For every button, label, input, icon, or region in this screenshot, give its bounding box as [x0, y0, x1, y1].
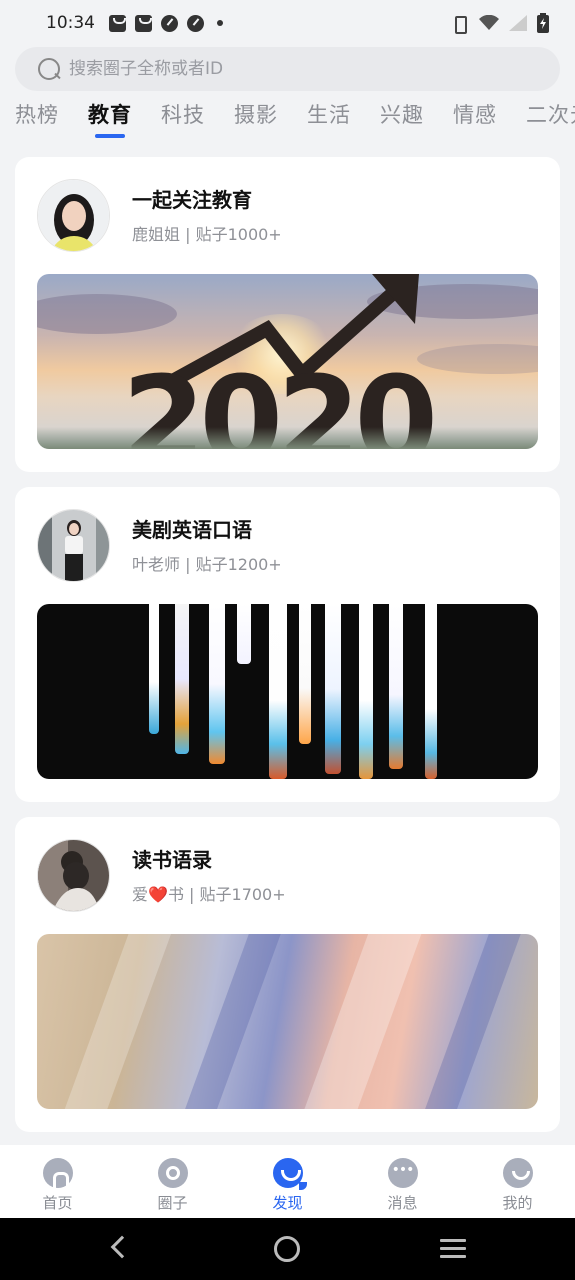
- bottom-navigation: 首页 圈子 发现 消息 我的: [0, 1145, 575, 1218]
- nav-circles[interactable]: 圈子: [133, 1158, 213, 1213]
- circle-card[interactable]: 读书语录 爱❤️书 | 贴子1700+: [15, 817, 560, 1132]
- home-button-icon[interactable]: [274, 1236, 300, 1262]
- vibrate-icon: [449, 16, 469, 34]
- message-icon: [387, 1158, 418, 1188]
- circle-post-count: 贴子1700+: [199, 885, 286, 904]
- me-icon: [502, 1158, 533, 1188]
- search-icon: [37, 57, 61, 81]
- tab-label: 教育: [88, 103, 132, 127]
- circle-author: 叶老师: [132, 555, 181, 574]
- circle-author-suffix: 书: [167, 885, 184, 904]
- circle-meta: 爱❤️书 | 贴子1700+: [132, 885, 286, 904]
- signal-icon: [509, 15, 527, 31]
- tab-label: 热榜: [15, 103, 59, 127]
- circle-post-count: 贴子1200+: [195, 555, 282, 574]
- tab-label: 二次元: [526, 103, 575, 127]
- circle-meta: 叶老师 | 贴子1200+: [132, 555, 282, 574]
- circle-icon: [157, 1158, 188, 1188]
- avatar[interactable]: [37, 839, 110, 912]
- tab-label: 生活: [307, 103, 351, 127]
- gauge-notification-icon: [161, 14, 178, 32]
- gauge-notification-icon-2: [187, 14, 204, 32]
- circle-post-count: 贴子1000+: [195, 225, 282, 244]
- nav-home[interactable]: 首页: [18, 1158, 98, 1213]
- recents-icon[interactable]: [440, 1239, 466, 1259]
- circle-cover-image[interactable]: 2020: [37, 274, 538, 449]
- shopping-bag-notification-icon-2: [135, 14, 152, 32]
- circle-cover-image[interactable]: [37, 604, 538, 779]
- nav-discover[interactable]: 发现: [248, 1158, 328, 1213]
- tab-label: 情感: [453, 103, 497, 127]
- nav-label: 首页: [42, 1194, 73, 1212]
- nav-label: 消息: [387, 1194, 418, 1212]
- system-navigation-bar: [0, 1218, 575, 1280]
- more-notifications-dot-icon: [217, 20, 223, 26]
- circle-author: 鹿姐姐: [132, 225, 181, 244]
- circle-card[interactable]: 美剧英语口语 叶老师 | 贴子1200+: [15, 487, 560, 802]
- tab-label: 兴趣: [380, 103, 424, 127]
- tab-life[interactable]: 生活: [307, 96, 351, 134]
- tab-emotion[interactable]: 情感: [453, 96, 497, 134]
- battery-charging-icon: [537, 13, 549, 33]
- heart-emoji: ❤️: [148, 885, 168, 904]
- avatar[interactable]: [37, 179, 110, 252]
- circle-cover-image[interactable]: [37, 934, 538, 1109]
- circle-feed: 一起关注教育 鹿姐姐 | 贴子1000+ 2020 美剧英语口语 叶老师 | 贴…: [15, 157, 560, 1147]
- circle-title: 美剧英语口语: [132, 518, 252, 542]
- status-bar: 10:34: [0, 0, 575, 46]
- circle-meta: 鹿姐姐 | 贴子1000+: [132, 225, 282, 244]
- nav-label: 我的: [502, 1194, 533, 1212]
- circle-title: 一起关注教育: [132, 188, 252, 212]
- tab-education[interactable]: 教育: [88, 96, 132, 138]
- shopping-bag-notification-icon: [109, 14, 126, 32]
- discover-icon: [272, 1158, 307, 1190]
- nav-me[interactable]: 我的: [478, 1158, 558, 1213]
- circle-title: 读书语录: [132, 848, 212, 872]
- circle-card[interactable]: 一起关注教育 鹿姐姐 | 贴子1000+ 2020: [15, 157, 560, 472]
- wifi-icon: [479, 15, 499, 31]
- home-icon: [42, 1158, 73, 1189]
- tab-label: 科技: [161, 103, 205, 127]
- nav-messages[interactable]: 消息: [363, 1158, 443, 1213]
- tab-photography[interactable]: 摄影: [234, 96, 278, 134]
- status-time: 10:34: [46, 13, 95, 33]
- search-bar[interactable]: [15, 47, 560, 91]
- tab-label: 摄影: [234, 103, 278, 127]
- search-input[interactable]: [69, 59, 509, 79]
- category-tabs: 热榜 教育 科技 摄影 生活 兴趣 情感 二次元: [0, 96, 575, 146]
- nav-label: 圈子: [157, 1194, 188, 1212]
- nav-label: 发现: [272, 1194, 303, 1212]
- back-icon[interactable]: [110, 1235, 134, 1259]
- tab-anime[interactable]: 二次元: [526, 96, 575, 134]
- avatar[interactable]: [37, 509, 110, 582]
- active-tab-indicator: [95, 134, 125, 138]
- tab-tech[interactable]: 科技: [161, 96, 205, 134]
- circle-author-prefix: 爱: [132, 885, 149, 904]
- tab-interest[interactable]: 兴趣: [380, 96, 424, 134]
- tab-hot[interactable]: 热榜: [15, 96, 59, 134]
